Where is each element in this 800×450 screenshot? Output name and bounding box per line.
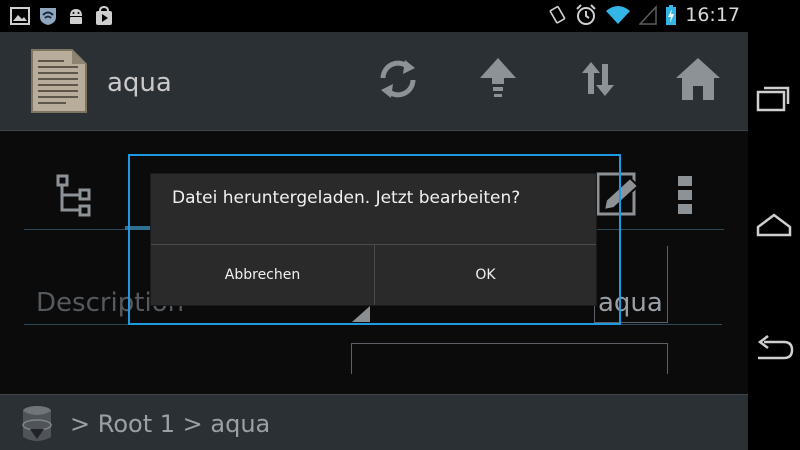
- home-icon[interactable]: [673, 54, 723, 104]
- database-icon[interactable]: [16, 403, 58, 445]
- tree-icon[interactable]: [50, 170, 100, 220]
- description-input[interactable]: [351, 343, 668, 374]
- back-icon[interactable]: [754, 328, 794, 368]
- transfer-icon[interactable]: [573, 54, 623, 104]
- breadcrumb-path[interactable]: > Root 1 > aqua: [70, 410, 270, 438]
- android-icon: [70, 9, 82, 24]
- rotate-icon: [549, 6, 566, 24]
- status-bar: 16:17: [0, 0, 748, 32]
- dialog-message: Datei heruntergeladen. Jetzt bearbeiten?: [172, 188, 521, 208]
- status-time: 16:17: [685, 4, 740, 26]
- download-dialog: Datei heruntergeladen. Jetzt bearbeiten?…: [151, 174, 596, 305]
- alarm-icon: [576, 4, 596, 25]
- document-icon[interactable]: [26, 48, 90, 114]
- cancel-button[interactable]: Abbrechen: [151, 245, 374, 305]
- image-icon: [10, 7, 30, 25]
- battery-charging-icon: [666, 5, 677, 25]
- wifi-shield-icon: [40, 8, 56, 25]
- action-bar: aqua: [0, 32, 748, 131]
- ok-button[interactable]: OK: [375, 245, 596, 305]
- play-store-icon: [96, 6, 112, 25]
- screen: 16:17 aqua Description aqua > Root 1 > a…: [0, 0, 748, 450]
- home-nav-icon[interactable]: [754, 205, 794, 245]
- page-title: aqua: [107, 68, 172, 98]
- recent-apps-icon[interactable]: [754, 78, 794, 118]
- navigation-bar: [748, 0, 800, 450]
- up-arrow-icon[interactable]: [473, 54, 523, 104]
- signal-icon: [639, 5, 657, 25]
- sync-icon[interactable]: [373, 54, 423, 104]
- overflow-menu-icon[interactable]: [660, 170, 710, 220]
- wifi-icon: [606, 6, 631, 24]
- breadcrumb: > Root 1 > aqua: [0, 394, 748, 450]
